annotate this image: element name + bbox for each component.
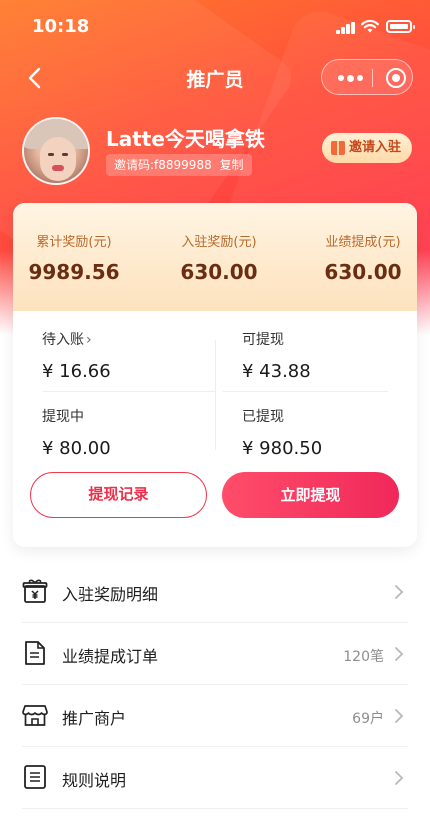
menu-item-promoted-merchants[interactable]: 推广商户 69户 <box>0 685 430 747</box>
chevron-right-icon <box>395 709 404 723</box>
divider-horizontal <box>223 391 388 392</box>
withdrawn-balance: 已提现 ¥ 980.50 <box>242 406 322 459</box>
menu-item-rules[interactable]: 规则说明 <box>0 747 430 809</box>
chevron-right-icon <box>395 585 404 599</box>
withdraw-now-button[interactable]: 立即提现 <box>222 472 399 518</box>
menu-item-label: 规则说明 <box>62 771 127 790</box>
total-reward-stat: 累计奖励(元) 9989.56 <box>13 231 139 284</box>
nav-bar: 推广员 <box>0 56 430 100</box>
invite-code-text: 邀请码:f8899988 <box>114 158 212 172</box>
stat-label: 入驻奖励(元) <box>181 235 257 250</box>
user-name: Latte今天喝拿铁 <box>106 127 265 151</box>
capsule-divider <box>372 69 373 87</box>
chevron-right-icon <box>395 647 404 661</box>
divider-horizontal <box>43 391 215 392</box>
divider-vertical <box>215 340 216 450</box>
menu-item-commission-orders[interactable]: 业绩提成订单 120笔 <box>0 623 430 685</box>
rules-list-icon <box>24 765 46 789</box>
earnings-summary: 累计奖励(元) 9989.56 入驻奖励(元) 630.00 业绩提成(元) 6… <box>13 203 417 311</box>
withdrawable-value: ¥ 43.88 <box>242 361 311 382</box>
avatar <box>22 117 90 185</box>
status-time: 10:18 <box>32 16 90 37</box>
commission-stat: 业绩提成(元) 630.00 <box>298 231 417 284</box>
menu-item-label: 入驻奖励明细 <box>62 585 159 604</box>
withdrawing-value: ¥ 80.00 <box>42 438 111 459</box>
mini-program-capsule <box>321 59 413 95</box>
menu-item-label: 推广商户 <box>62 709 127 728</box>
pending-balance[interactable]: 待入账 › ¥ 16.66 <box>42 329 111 382</box>
stat-value: 9989.56 <box>28 260 120 284</box>
menu-item-count: 69户 <box>352 711 384 727</box>
stat-label: 业绩提成(元) <box>325 235 401 250</box>
copy-button[interactable]: 复制 <box>220 158 244 172</box>
invite-button-label: 邀请入驻 <box>349 140 402 155</box>
chevron-right-icon <box>395 771 404 785</box>
chevron-right-icon: › <box>86 332 92 348</box>
more-dots-icon[interactable] <box>338 74 363 82</box>
earnings-card: 累计奖励(元) 9989.56 入驻奖励(元) 630.00 业绩提成(元) 6… <box>13 203 417 547</box>
join-reward-stat: 入驻奖励(元) 630.00 <box>154 231 284 284</box>
withdraw-records-button[interactable]: 提现记录 <box>30 472 207 518</box>
stat-value: 630.00 <box>180 260 258 284</box>
wifi-icon <box>361 19 379 33</box>
pending-label: 待入账 <box>42 332 84 348</box>
menu-item-count: 120笔 <box>343 649 384 665</box>
withdrawing-balance: 提现中 ¥ 80.00 <box>42 406 111 459</box>
pending-value: ¥ 16.66 <box>42 361 111 382</box>
withdrawable-label: 可提现 <box>242 332 284 348</box>
invite-merchant-button[interactable]: 邀请入驻 <box>322 133 412 163</box>
status-bar: 10:18 <box>0 0 430 56</box>
stat-label: 累计奖励(元) <box>36 235 112 250</box>
signal-icon <box>336 22 356 34</box>
withdrawable-balance: 可提现 ¥ 43.88 <box>242 329 311 382</box>
gift-icon <box>331 141 345 155</box>
withdrawn-value: ¥ 980.50 <box>242 438 323 459</box>
document-icon <box>25 641 45 665</box>
withdrawing-label: 提现中 <box>42 409 84 425</box>
row-divider <box>22 808 408 809</box>
menu-item-label: 业绩提成订单 <box>62 647 159 666</box>
menu-item-join-reward-detail[interactable]: 入驻奖励明细 <box>0 561 430 623</box>
withdrawn-label: 已提现 <box>242 409 284 425</box>
close-target-icon[interactable] <box>386 68 406 88</box>
invite-code-badge: 邀请码:f8899988 复制 <box>106 154 252 176</box>
stat-value: 630.00 <box>324 260 402 284</box>
store-icon <box>22 705 48 726</box>
battery-icon <box>386 20 415 33</box>
gift-box-yen-icon <box>22 579 48 603</box>
